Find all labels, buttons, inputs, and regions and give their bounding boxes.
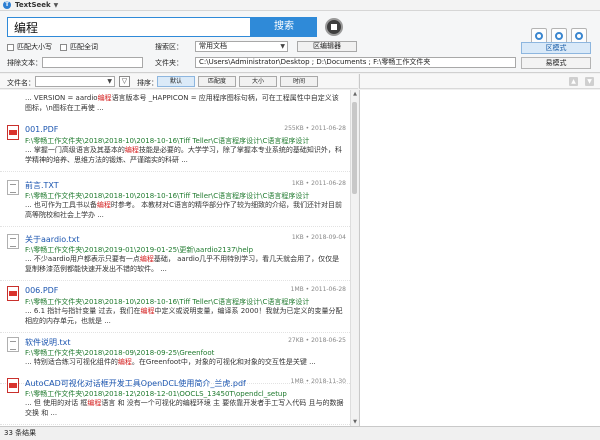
result-path[interactable]: F:\零畅工作文件夹\2018\2018-10\2018-10-16\Tiff …	[25, 191, 309, 201]
search-input[interactable]	[7, 17, 251, 37]
result-snippet: ... 掌握一门高级语言及其基本的编程技能是必要的。大学学习，除了掌握本专业系统…	[25, 146, 342, 164]
result-filename[interactable]: 006.PDF	[25, 286, 58, 295]
exclude-text-input[interactable]	[42, 57, 143, 68]
search-range-select[interactable]: 常用文档 ▼	[195, 41, 288, 52]
list-item[interactable]: 006.PDF 1MB • 2011-06-28 F:\零畅工作文件夹\2018…	[0, 282, 350, 333]
easy-mode-button[interactable]: 易模式	[521, 57, 591, 69]
result-snippet: ... 但 使用的对话 框编程语言 和 没有一个可视化的编程环境 主 要依靠开发…	[25, 399, 344, 417]
sort-default-button[interactable]: 默认	[157, 76, 195, 87]
title-bar: T TextSeek ▼	[0, 0, 600, 11]
result-path[interactable]: F:\零畅工作文件夹\2018\2019-01\2019-01-25\更新\aa…	[25, 245, 253, 255]
filename-label: 文件名：	[7, 79, 35, 87]
sort-relevance-button[interactable]: 匹配度	[198, 76, 236, 87]
result-path[interactable]: F:\零畅工作文件夹\2018\2018-10\2018-10-16\Tiff …	[25, 297, 309, 307]
app-title: TextSeek	[15, 1, 51, 9]
range-label: 搜索区：	[155, 43, 183, 51]
sort-size-button[interactable]: 大小	[239, 76, 277, 87]
list-item[interactable]: AutoCAD可视化对话框开发工具OpenDCL使用简介_兰虎.pdf 1MB …	[0, 374, 350, 425]
refresh-icon	[555, 32, 563, 40]
scrollbar-thumb[interactable]	[352, 102, 357, 194]
exclude-label: 排除文本：	[7, 59, 42, 67]
result-snippet: ... 特别适合练习可视化组件的编程。在Greenfoot中，对象的可视化和对象…	[25, 358, 316, 366]
result-filename[interactable]: 关于aardio.txt	[25, 234, 80, 245]
sort-time-button[interactable]: 时间	[280, 76, 318, 87]
result-filename[interactable]: 软件说明.txt	[25, 337, 71, 348]
result-path[interactable]: F:\零畅工作文件夹\2018\2018-10\2018-10-16\Tiff …	[25, 136, 309, 146]
stop-icon	[331, 24, 337, 30]
app-logo-icon: T	[3, 1, 11, 9]
result-filename[interactable]: 前言.TXT	[25, 180, 59, 191]
result-count: 33 条结果	[4, 429, 37, 437]
filename-filter-select[interactable]: ▼	[35, 76, 115, 87]
result-path[interactable]: F:\零畅工作文件夹\2018\2018-09\2018-09-25\Green…	[25, 348, 214, 358]
result-meta: 1KB • 2011-06-28	[291, 180, 346, 187]
results-list[interactable]: ... VERSION = aardio编程语言版本号 _HAPPICON = …	[0, 90, 350, 426]
range-editor-button[interactable]: 区编辑器	[297, 41, 357, 52]
list-item[interactable]: ... VERSION = aardio编程语言版本号 _HAPPICON = …	[0, 90, 350, 117]
pdf-file-icon	[7, 378, 19, 393]
range-value: 常用文档	[199, 42, 227, 50]
gear-icon	[535, 32, 543, 40]
scroll-down-icon[interactable]: ▼	[351, 418, 359, 426]
folder-label: 文件夹：	[155, 59, 183, 67]
result-snippet: ... 6.1 指针与指针变量 过去，我们在编程中定义或说明变量，编译系 200…	[25, 307, 343, 325]
results-scrollbar[interactable]: ▲ ▼	[350, 90, 358, 426]
app-menu-arrow-icon[interactable]: ▼	[54, 2, 59, 9]
result-meta: 1MB • 2011-06-28	[290, 286, 346, 293]
filter-icon[interactable]: ▽	[119, 76, 130, 87]
search-button[interactable]: 搜索	[251, 17, 317, 37]
result-snippet: ... 也可作为工具书以备编程时参考。 本教材对C语言的精华部分作了较为细致的介…	[25, 201, 343, 219]
list-item[interactable]: 001.PDF 255KB • 2011-06-28 F:\零畅工作文件夹\20…	[0, 121, 350, 172]
search-icon	[575, 32, 583, 40]
area-mode-button[interactable]: 区模式	[521, 42, 591, 54]
result-filename[interactable]: 001.PDF	[25, 125, 58, 134]
folder-input[interactable]: C:\Users\Administrator\Desktop ; D:\Docu…	[195, 57, 516, 68]
checkbox-box[interactable]	[60, 43, 67, 51]
next-match-icon[interactable]: ▼	[585, 77, 594, 86]
pdf-file-icon	[7, 125, 19, 140]
previous-match-icon[interactable]: ▲	[569, 77, 578, 86]
result-meta: 255KB • 2011-06-28	[284, 125, 346, 132]
stop-button[interactable]	[325, 18, 343, 36]
preview-pane[interactable]	[359, 90, 600, 426]
list-item[interactable]: 前言.TXT 1KB • 2011-06-28 F:\零畅工作文件夹\2018\…	[0, 176, 350, 227]
pdf-file-icon	[7, 286, 19, 301]
filter-bar: 文件名： ▼ ▽ 排序： 默认 匹配度 大小 时间	[0, 74, 358, 89]
match-case-label: 匹配大小写	[17, 43, 52, 51]
result-meta: 27KB • 2018-06-25	[288, 337, 346, 344]
chevron-down-icon: ▼	[280, 43, 285, 50]
chevron-down-icon: ▼	[107, 78, 112, 85]
match-case-checkbox[interactable]: 匹配大小写	[7, 42, 52, 52]
result-snippet: ... VERSION = aardio编程语言版本号 _HAPPICON = …	[25, 94, 339, 112]
scroll-up-icon[interactable]: ▲	[351, 90, 359, 98]
preview-toolbar: ▲ ▼	[359, 74, 600, 89]
list-item[interactable]: 关于aardio.txt 1KB • 2018-09-04 F:\零畅工作文件夹…	[0, 230, 350, 281]
result-path[interactable]: F:\零畅工作文件夹\2018\2018-12\2018-12-01\OOCLS…	[25, 389, 287, 399]
checkbox-box[interactable]	[7, 43, 14, 51]
match-whole-checkbox[interactable]: 匹配全词	[60, 42, 98, 52]
status-bar: 33 条结果	[0, 426, 600, 440]
result-filename[interactable]: AutoCAD可视化对话框开发工具OpenDCL使用简介_兰虎.pdf	[25, 378, 246, 389]
text-file-icon	[7, 234, 19, 249]
match-whole-label: 匹配全词	[70, 43, 98, 51]
text-file-icon	[7, 180, 19, 195]
search-toolbar: 搜索 匹配大小写 匹配全词 排除文本： 搜索区： 常用文档 ▼ 区编辑器 文件夹…	[0, 11, 600, 73]
result-snippet: ... 不少aardio用户都表示只要有一点编程基础， aardio几乎不用特别…	[25, 255, 340, 273]
result-meta: 1MB • 2018-11-30	[290, 378, 346, 385]
result-meta: 1KB • 2018-09-04	[291, 234, 346, 241]
text-file-icon	[7, 337, 19, 352]
sort-label: 排序：	[137, 79, 158, 87]
